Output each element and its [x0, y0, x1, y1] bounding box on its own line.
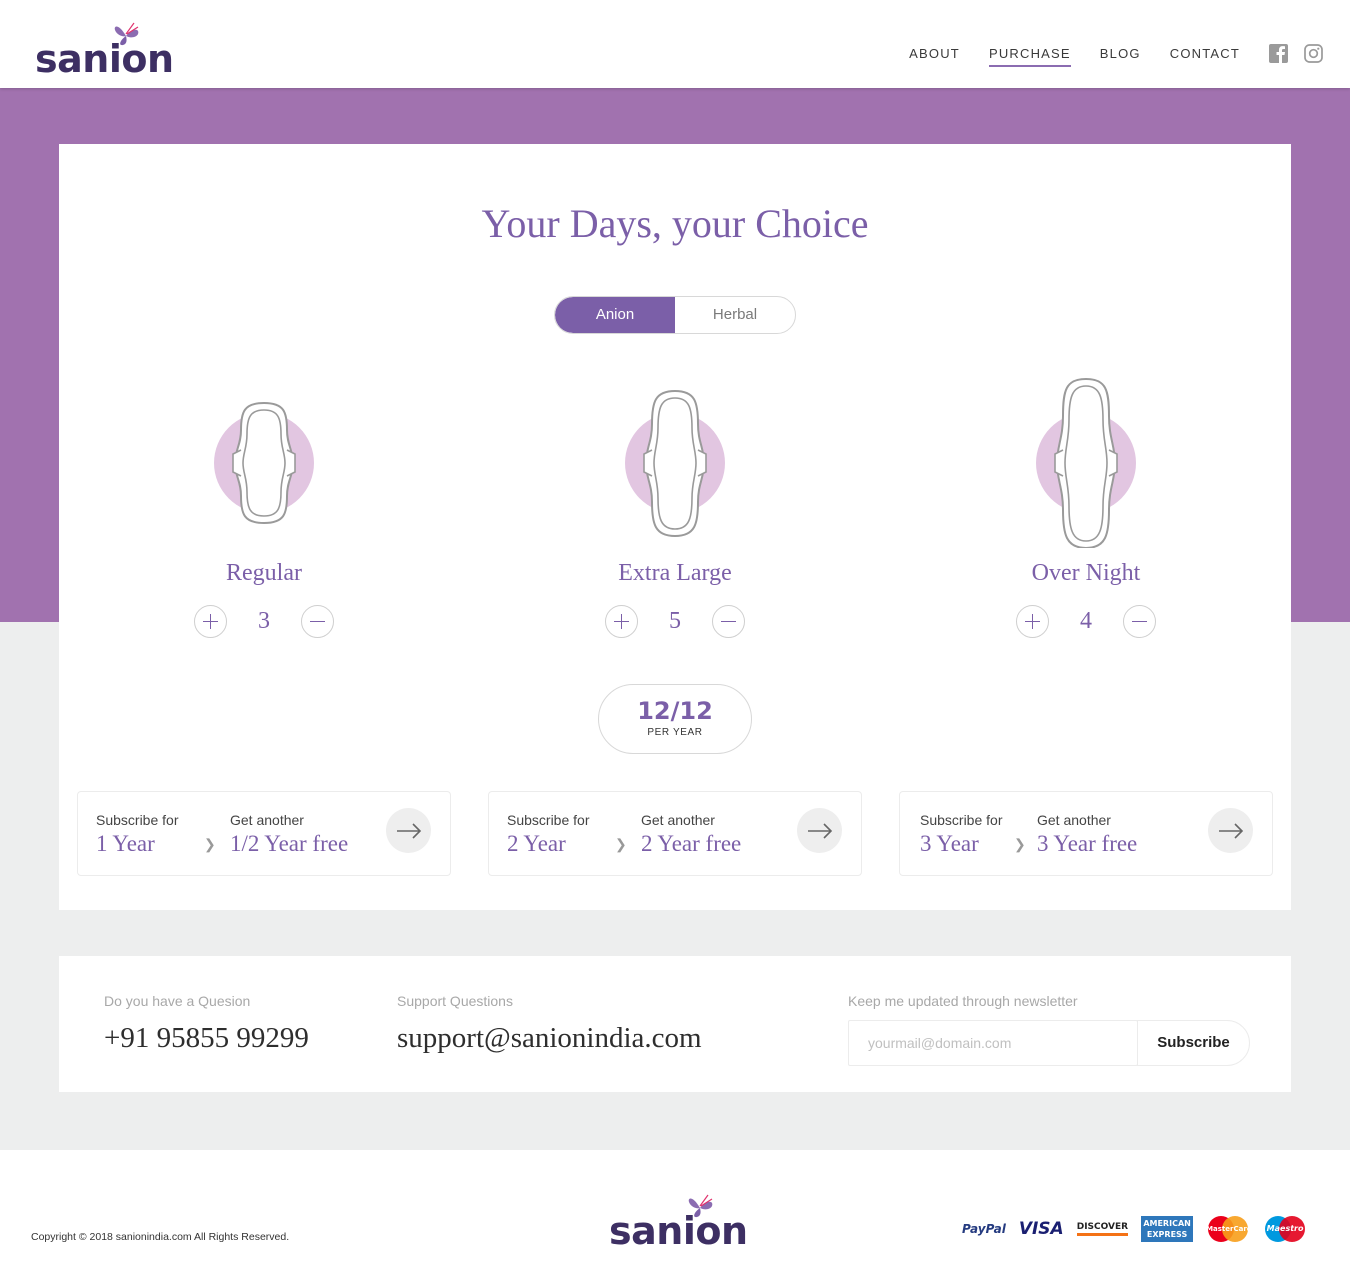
site-footer: Copyright © 2018 sanionindia.com All Rig…	[0, 1150, 1350, 1287]
amex-icon: AMERICAN EXPRESS	[1141, 1216, 1194, 1242]
free-label: Get another	[230, 812, 304, 828]
subscribe-value: 3 Year	[920, 831, 979, 856]
decrement-button[interactable]	[1123, 605, 1156, 638]
maestro-label: Maestro	[1266, 1224, 1304, 1233]
increment-button[interactable]	[605, 605, 638, 638]
main-nav: ABOUT PURCHASE BLOG CONTACT	[880, 46, 1240, 67]
arrow-right-icon[interactable]	[386, 808, 431, 853]
per-year-value: 12/12	[637, 697, 713, 725]
quantity-stepper: 5	[550, 605, 800, 638]
offer-card-3-year[interactable]: Subscribe for 3 Year ❯ Get another 3 Yea…	[899, 791, 1273, 876]
mastercard-icon: MasterCard	[1206, 1216, 1252, 1242]
subscribe-col: Subscribe for 1 Year	[96, 812, 178, 857]
toggle-anion[interactable]: Anion	[555, 297, 675, 333]
toggle-herbal[interactable]: Herbal	[675, 297, 795, 333]
subscribe-col: Subscribe for 3 Year	[920, 812, 1002, 857]
discover-icon: DISCOVER	[1076, 1222, 1129, 1236]
subscribe-value: 1 Year	[96, 831, 155, 856]
offer-card-1-year[interactable]: Subscribe for 1 Year ❯ Get another 1/2 Y…	[77, 791, 451, 876]
site-header: sanion ABOUT PURCHASE BLOG CONTACT	[0, 0, 1350, 88]
arrow-right-icon[interactable]	[1208, 808, 1253, 853]
newsletter-label: Keep me updated through newsletter	[848, 993, 1078, 1009]
quantity-stepper: 3	[139, 605, 389, 638]
free-col: Get another 1/2 Year free	[230, 812, 348, 857]
nav-about[interactable]: ABOUT	[909, 46, 960, 67]
choice-card: Your Days, your Choice Anion Herbal Regu…	[59, 144, 1291, 910]
question-label: Do you have a Quesion	[104, 993, 251, 1009]
per-year-label: PER YEAR	[647, 727, 703, 738]
quantity-stepper: 4	[961, 605, 1211, 638]
payment-methods: PayPal VISA DISCOVER AMERICAN EXPRESS Ma…	[962, 1216, 1307, 1242]
newsletter-email-input[interactable]: yourmail@domain.com	[848, 1020, 1138, 1066]
subscribe-button[interactable]: Subscribe	[1137, 1020, 1250, 1066]
increment-button[interactable]	[194, 605, 227, 638]
page-title: Your Days, your Choice	[481, 201, 869, 246]
minus-icon	[1132, 621, 1147, 622]
support-email[interactable]: support@sanionindia.com	[397, 1022, 702, 1055]
free-value: 2 Year free	[641, 831, 742, 856]
quantity-value: 4	[1080, 608, 1092, 634]
nav-contact[interactable]: CONTACT	[1170, 46, 1240, 67]
free-label: Get another	[641, 812, 715, 828]
phone-number[interactable]: +91 95855 99299	[104, 1022, 309, 1055]
paypal-icon: PayPal	[962, 1222, 1006, 1236]
support-label: Support Questions	[397, 993, 513, 1009]
free-label: Get another	[1037, 812, 1111, 828]
footer-logo[interactable]: sanion	[609, 1192, 749, 1250]
subscribe-label: Subscribe for	[920, 812, 1003, 828]
visa-icon: VISA	[1018, 1219, 1064, 1239]
facebook-icon[interactable]	[1269, 44, 1288, 63]
variant-toggle: Anion Herbal	[554, 296, 796, 334]
quantity-value: 5	[669, 608, 681, 634]
logo[interactable]: sanion	[35, 20, 175, 78]
subscribe-value: 2 Year	[507, 831, 566, 856]
free-value: 1/2 Year free	[230, 831, 349, 856]
chevron-right-icon: ❯	[1014, 836, 1026, 852]
nav-blog[interactable]: BLOG	[1100, 46, 1141, 67]
free-col: Get another 3 Year free	[1037, 812, 1137, 857]
subscribe-label: Subscribe for	[507, 812, 590, 828]
quantity-value: 3	[258, 608, 270, 634]
nav-purchase[interactable]: PURCHASE	[988, 46, 1071, 67]
minus-icon	[310, 621, 325, 622]
minus-icon	[721, 621, 736, 622]
product-extra-large: Extra Large 5	[550, 390, 800, 638]
arrow-right-icon[interactable]	[797, 808, 842, 853]
product-name: Over Night	[1031, 560, 1141, 586]
social-links	[1269, 44, 1323, 63]
offer-card-2-year[interactable]: Subscribe for 2 Year ❯ Get another 2 Yea…	[488, 791, 862, 876]
per-year-summary: 12/12 PER YEAR	[598, 684, 752, 754]
plus-icon	[1025, 614, 1040, 629]
logo-text: sanion	[35, 37, 174, 81]
decrement-button[interactable]	[712, 605, 745, 638]
pad-over-night-icon	[961, 378, 1211, 560]
product-regular: Regular 3	[139, 390, 389, 638]
chevron-right-icon: ❯	[615, 836, 627, 852]
product-name: Extra Large	[618, 560, 732, 586]
copyright-text: Copyright © 2018 sanionindia.com All Rig…	[31, 1231, 290, 1243]
plus-icon	[614, 614, 629, 629]
plus-icon	[203, 614, 218, 629]
decrement-button[interactable]	[301, 605, 334, 638]
free-col: Get another 2 Year free	[641, 812, 741, 857]
product-name: Regular	[226, 560, 302, 586]
increment-button[interactable]	[1016, 605, 1049, 638]
subscribe-label: Subscribe for	[96, 812, 179, 828]
maestro-icon: Maestro	[1263, 1216, 1307, 1242]
instagram-icon[interactable]	[1304, 44, 1323, 63]
free-value: 3 Year free	[1037, 831, 1138, 856]
pad-regular-icon	[139, 390, 389, 560]
chevron-right-icon: ❯	[204, 836, 216, 852]
pad-extra-large-icon	[550, 390, 800, 560]
mastercard-label: MasterCard	[1206, 1225, 1252, 1233]
subscribe-col: Subscribe for 2 Year	[507, 812, 589, 857]
footer-logo-text: sanion	[609, 1209, 748, 1253]
contact-strip: Do you have a Quesion +91 95855 99299 Su…	[59, 956, 1291, 1092]
product-over-night: Over Night 4	[961, 378, 1211, 638]
